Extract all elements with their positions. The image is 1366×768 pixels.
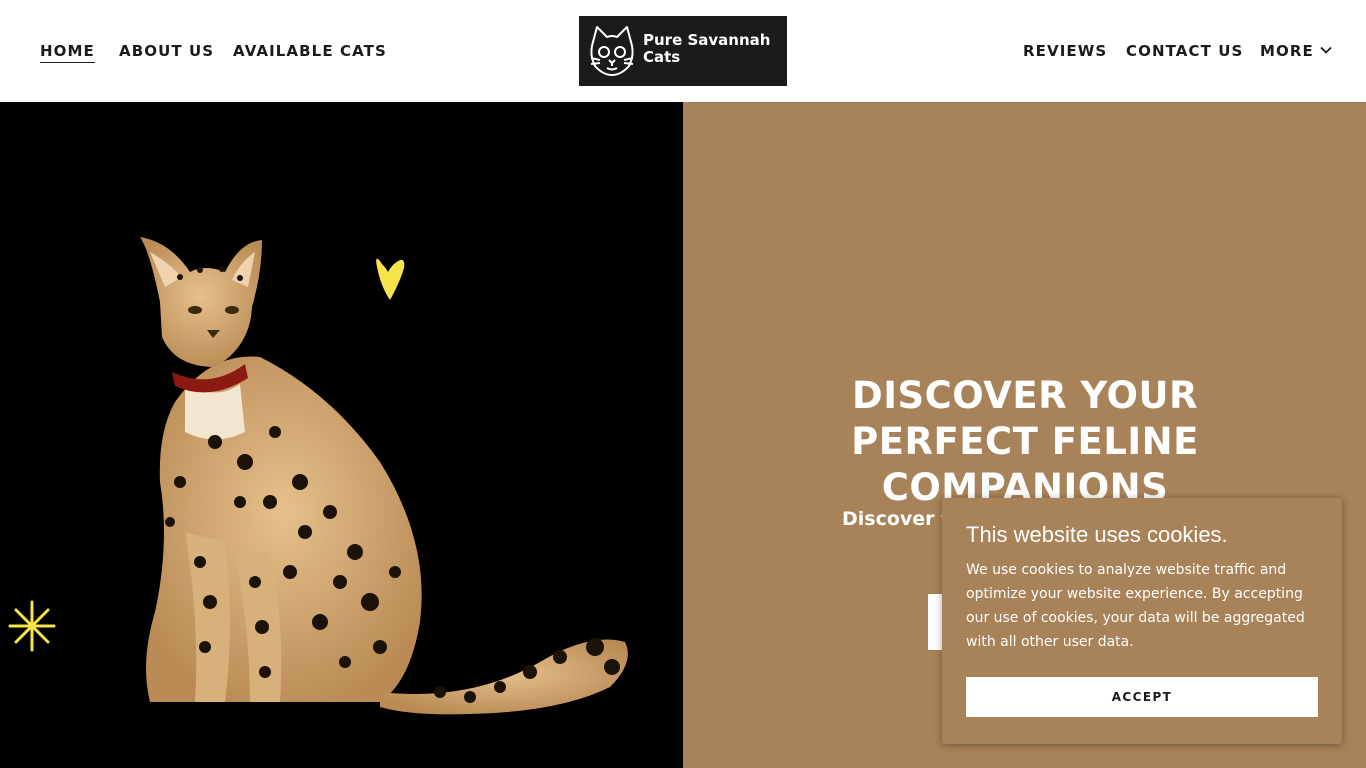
- hero-title: DISCOVER YOUR PERFECT FELINE COMPANIONS: [851, 373, 1199, 509]
- site-header: HOME ABOUT US AVAILABLE CATS Pure Savann…: [0, 0, 1366, 102]
- nav-more[interactable]: MORE: [1260, 42, 1332, 60]
- cookie-title: This website uses cookies.: [966, 522, 1228, 547]
- nav-available-cats[interactable]: AVAILABLE CATS: [233, 42, 387, 60]
- nav-home[interactable]: HOME: [40, 42, 95, 63]
- hero-subtitle: Discover th: [842, 508, 942, 530]
- heart-icon: [376, 258, 405, 300]
- nav-contact-us[interactable]: CONTACT US: [1126, 42, 1243, 60]
- cookie-banner: This website uses cookies. We use cookie…: [942, 498, 1342, 744]
- cookie-accept-button[interactable]: ACCEPT: [966, 677, 1318, 717]
- cat-face-icon: [590, 26, 634, 76]
- site-logo[interactable]: Pure Savannah Cats: [579, 16, 787, 86]
- cookie-body: We use cookies to analyze website traffi…: [966, 562, 1305, 650]
- nav-reviews[interactable]: REVIEWS: [1023, 42, 1107, 60]
- serval-cat-image: [8, 237, 628, 715]
- logo-text: Pure Savannah Cats: [643, 31, 771, 66]
- nav-more-label: MORE: [1260, 42, 1314, 60]
- nav-about-us[interactable]: ABOUT US: [119, 42, 214, 60]
- chevron-down-icon: [1320, 46, 1332, 54]
- sparkle-icon: [8, 600, 56, 652]
- hero-image: [0, 102, 683, 768]
